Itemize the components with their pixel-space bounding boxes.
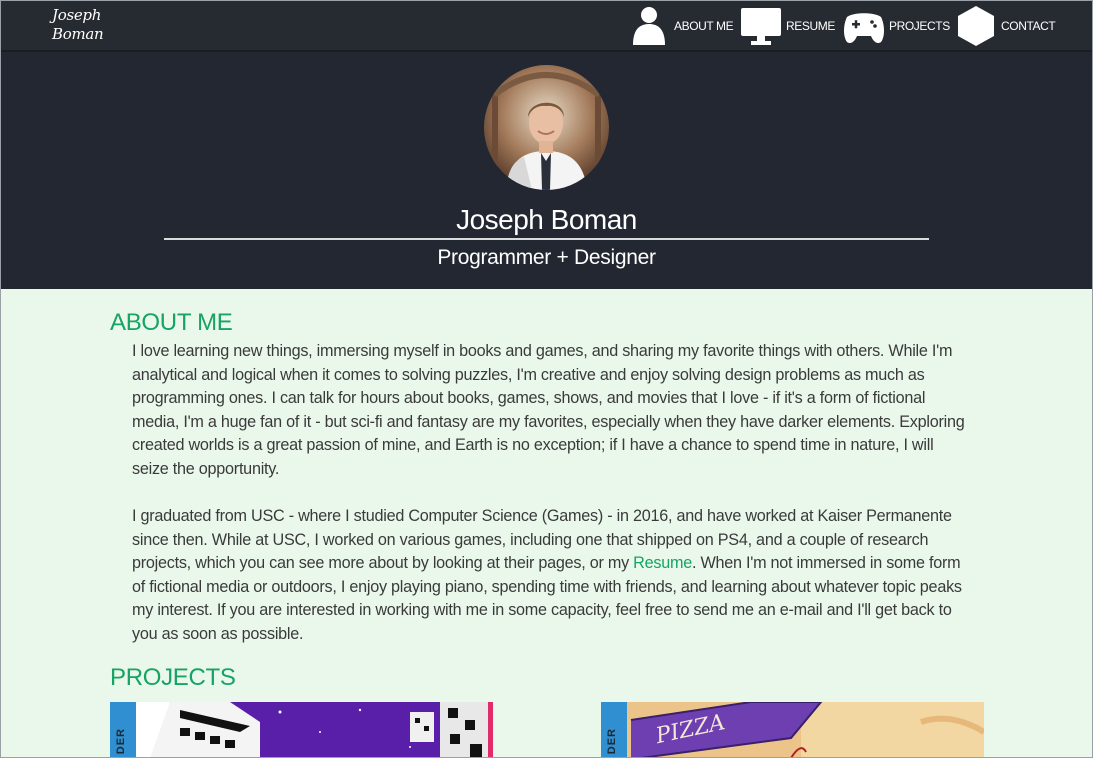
nav-about-me[interactable]: ABOUT ME	[628, 5, 734, 47]
about-paragraph-2: I graduated from USC - where I studied C…	[132, 505, 972, 646]
hero-subtitle: Programmer + Designer	[437, 246, 656, 269]
project-tag: DER	[110, 702, 136, 758]
logo-last-name: Boman	[52, 25, 104, 43]
project-card[interactable]: DER	[110, 702, 493, 758]
logo-first-name: Joseph	[52, 6, 102, 24]
top-nav: Joseph Boman ABOUT ME RESUME PROJECTS CO…	[0, 0, 1093, 52]
nav-resume-label: RESUME	[786, 19, 835, 33]
resume-link[interactable]: Resume	[633, 554, 692, 572]
nav-resume[interactable]: RESUME	[740, 5, 835, 47]
hexagon-icon	[958, 6, 994, 46]
profile-photo	[484, 65, 609, 190]
project-thumbnail: PIZZA	[601, 702, 984, 758]
hero-divider	[164, 238, 929, 240]
project-tag-label: DER	[115, 727, 127, 754]
nav-projects-label: PROJECTS	[889, 19, 950, 33]
person-icon	[633, 7, 665, 45]
about-me-heading: ABOUT ME	[110, 309, 233, 336]
about-paragraph-1: I love learning new things, immersing my…	[132, 342, 965, 478]
hero-banner: Joseph Boman Programmer + Designer	[0, 52, 1093, 289]
nav-contact-label: CONTACT	[1001, 19, 1056, 33]
project-thumbnail	[110, 702, 493, 758]
nav-contact[interactable]: CONTACT	[955, 5, 1056, 47]
project-tag-label: DER	[606, 727, 618, 754]
project-card[interactable]: PIZZA DER	[601, 702, 984, 758]
projects-heading: PROJECTS	[110, 664, 236, 691]
hero-name: Joseph Boman	[456, 204, 637, 235]
gamepad-icon	[844, 13, 884, 44]
site-logo[interactable]: Joseph Boman	[52, 6, 104, 44]
project-tag: DER	[601, 702, 627, 758]
nav-projects[interactable]: PROJECTS	[843, 5, 950, 47]
monitor-icon	[741, 8, 781, 45]
nav-about-me-label: ABOUT ME	[674, 19, 734, 33]
